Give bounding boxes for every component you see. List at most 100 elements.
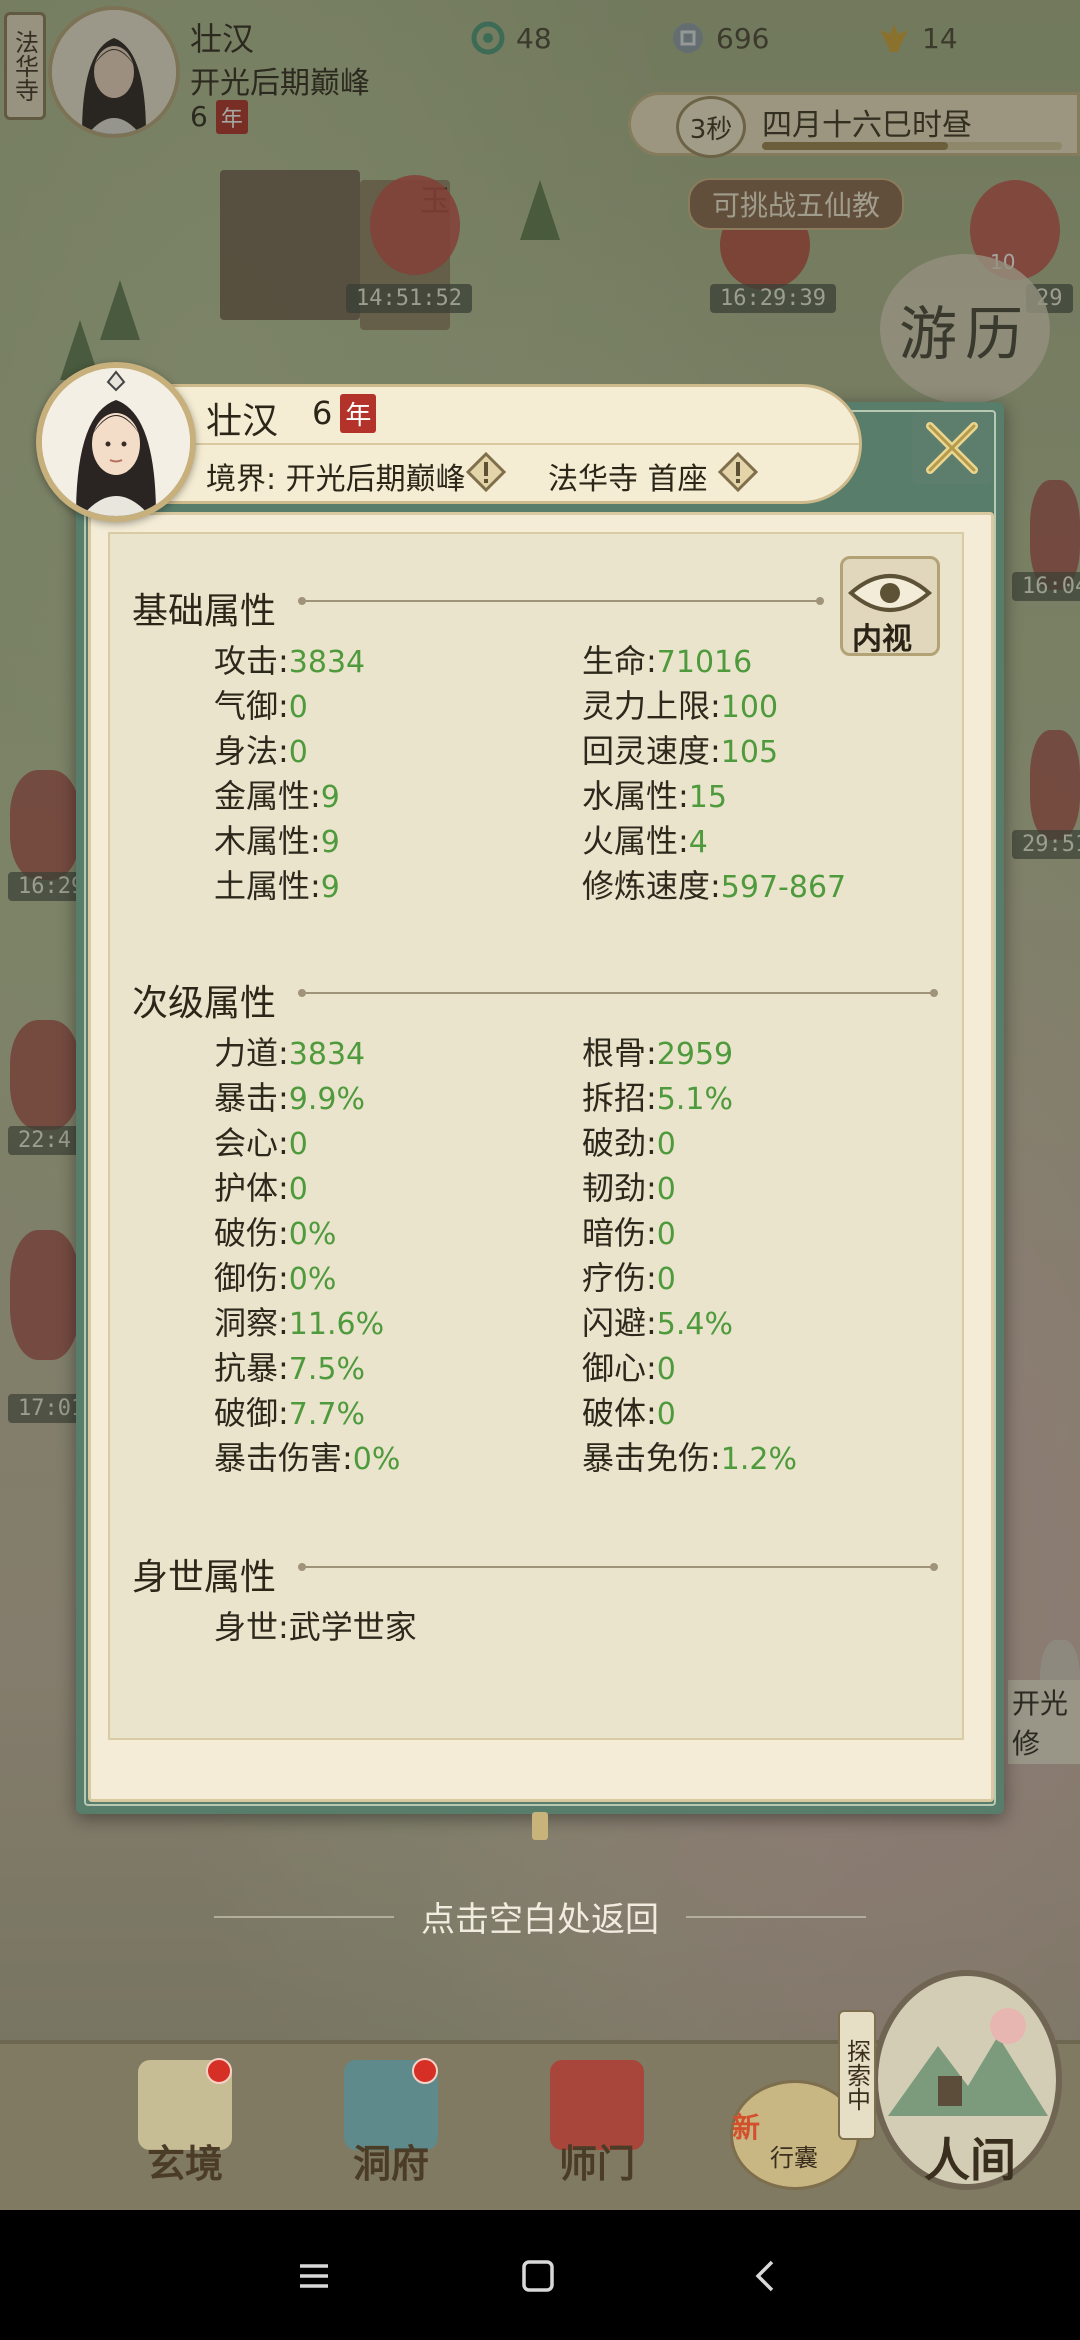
stat-item: 御心:0	[582, 1349, 676, 1387]
notification-dot	[206, 2058, 232, 2084]
stat-item: 破伤:0%	[214, 1214, 337, 1252]
stat-label: 回灵速度	[582, 732, 711, 770]
stat-value: 0	[656, 1217, 676, 1252]
stat-item: 韧劲:0	[582, 1169, 676, 1207]
character-name: 壮汉	[206, 401, 279, 442]
stat-item: 破御:7.7%	[214, 1394, 366, 1432]
stat-value: 71016	[656, 645, 753, 680]
home-icon[interactable]	[510, 2248, 566, 2304]
stat-value: 3834	[288, 1037, 366, 1072]
stat-label: 攻击	[214, 642, 279, 680]
stat-value: 597-867	[720, 870, 847, 905]
stat-label: 破伤	[214, 1214, 279, 1252]
stat-value: 7.7%	[288, 1397, 366, 1432]
character-sect: 法华寺 首座	[548, 462, 708, 497]
stat-value: 9	[320, 870, 340, 905]
stat-item: 洞察:11.6%	[214, 1304, 385, 1342]
stat-item: 身世:武学世家	[214, 1608, 417, 1646]
stat-label: 暴击免伤	[582, 1439, 711, 1477]
nav-dongfu[interactable]: 洞府	[316, 2040, 466, 2210]
section-title-secondary: 次级属性	[132, 983, 277, 1024]
stat-item: 暴击:9.9%	[214, 1079, 366, 1117]
scroll-knob-decoration	[532, 1812, 548, 1840]
stat-value: 4	[688, 825, 708, 860]
stat-value: 0	[656, 1352, 676, 1387]
stat-value: 15	[688, 780, 727, 815]
bag-label: 行囊	[770, 2144, 818, 2172]
bag-new-badge: 新	[732, 2111, 761, 2144]
nav-label: 玄境	[146, 2141, 223, 2186]
stat-value: 105	[720, 735, 779, 770]
character-age: 6年	[312, 394, 377, 433]
stat-label: 暴击伤害	[214, 1439, 343, 1477]
stat-label: 会心	[214, 1124, 279, 1162]
stat-label: 破劲	[582, 1124, 647, 1162]
stat-label: 水属性	[582, 777, 679, 815]
stat-value: 5.4%	[656, 1307, 734, 1342]
landscape-icon	[888, 2008, 1048, 2116]
stat-label: 灵力上限	[582, 687, 711, 725]
stat-item: 生命:71016	[582, 642, 753, 680]
stat-item: 土属性:9	[214, 867, 340, 905]
stat-label: 破御	[214, 1394, 279, 1432]
nav-label: 洞府	[352, 2141, 429, 2186]
stat-value: 7.5%	[288, 1352, 366, 1387]
stat-value: 0%	[288, 1217, 337, 1252]
stat-item: 火属性:4	[582, 822, 708, 860]
stat-item: 水属性:15	[582, 777, 727, 815]
stat-value: 0%	[288, 1262, 337, 1297]
renjian-label: 人间	[924, 2133, 1016, 2187]
stat-value: 9	[320, 780, 340, 815]
nav-xuanjing[interactable]: 玄境	[110, 2040, 260, 2210]
stat-label: 土属性	[214, 867, 311, 905]
stat-item: 拆招:5.1%	[582, 1079, 734, 1117]
realm-info-icon[interactable]	[466, 452, 506, 492]
close-button[interactable]	[912, 412, 992, 484]
stat-value: 0	[656, 1397, 676, 1432]
stat-label: 火属性	[582, 822, 679, 860]
stat-value: 0	[656, 1172, 676, 1207]
stat-item: 疗伤:0	[582, 1259, 676, 1297]
stat-item: 御伤:0%	[214, 1259, 337, 1297]
character-avatar	[36, 362, 196, 522]
back-icon[interactable]	[738, 2248, 794, 2304]
stat-value: 2959	[656, 1037, 734, 1072]
year-badge: 年	[340, 394, 377, 433]
notification-dot	[412, 2058, 438, 2084]
stat-label: 破体	[582, 1394, 647, 1432]
section-title-background: 身世属性	[132, 1557, 277, 1598]
character-portrait-icon	[42, 368, 190, 516]
stat-item: 修炼速度:597-867	[582, 867, 847, 905]
stat-item: 金属性:9	[214, 777, 340, 815]
stat-item: 气御:0	[214, 687, 308, 725]
stat-value: 5.1%	[656, 1082, 734, 1117]
stat-value: 1.2%	[720, 1442, 798, 1477]
character-age-value: 6	[312, 394, 333, 432]
stat-label: 气御	[214, 687, 279, 725]
nav-label: 师门	[558, 2141, 635, 2186]
stat-label: 力道	[214, 1034, 279, 1072]
stat-value: 0	[288, 735, 308, 770]
stat-item: 根骨:2959	[582, 1034, 734, 1072]
stat-item: 破体:0	[582, 1394, 676, 1432]
menu-icon[interactable]	[286, 2248, 342, 2304]
stat-item: 灵力上限:100	[582, 687, 779, 725]
stat-label: 御伤	[214, 1259, 279, 1297]
stat-value: 3834	[288, 645, 366, 680]
section-title-basic: 基础属性	[132, 591, 277, 632]
stat-value: 9	[320, 825, 340, 860]
sect-info-icon[interactable]	[718, 452, 758, 492]
stat-value: 0	[656, 1262, 676, 1297]
stat-value: 0	[288, 1172, 308, 1207]
stat-item: 抗暴:7.5%	[214, 1349, 366, 1387]
stat-label: 修炼速度	[582, 867, 711, 905]
stat-label: 拆招	[582, 1079, 647, 1117]
stat-label: 根骨	[582, 1034, 647, 1072]
close-icon	[926, 422, 978, 474]
return-hint[interactable]: 点击空白处返回	[0, 1892, 1080, 1941]
stat-label: 闪避	[582, 1304, 647, 1342]
stat-label: 身法	[214, 732, 279, 770]
stat-label: 生命	[582, 642, 647, 680]
character-realm: 境界: 开光后期巅峰	[206, 462, 466, 497]
nav-shimen[interactable]: 师门	[522, 2040, 672, 2210]
